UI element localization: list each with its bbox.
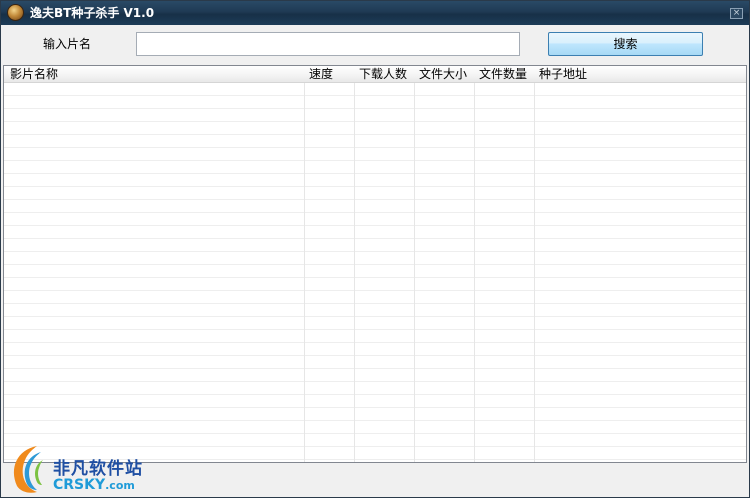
column-header-torrent-url[interactable]: 种子地址 (536, 66, 587, 82)
column-header-size[interactable]: 文件大小 (416, 66, 467, 82)
results-list[interactable]: 影片名称 速度 下载人数 文件大小 文件数量 种子地址 (3, 65, 747, 463)
movie-name-label: 输入片名 (43, 37, 92, 51)
title-bar[interactable]: 逸夫BT种子杀手 V1.0 × (1, 1, 749, 25)
column-header-file-count[interactable]: 文件数量 (476, 66, 527, 82)
list-header: 影片名称 速度 下载人数 文件大小 文件数量 种子地址 (4, 66, 746, 83)
column-divider (534, 83, 535, 462)
close-icon[interactable]: × (730, 8, 743, 19)
column-header-downloaders[interactable]: 下载人数 (356, 66, 407, 82)
crescent-logo-icon (13, 446, 43, 493)
watermark-site-name: 非凡软件站 (53, 459, 143, 479)
watermark: 非凡软件站 CRSKY.com (1, 438, 161, 497)
watermark-brand: CRSKY.com (53, 477, 135, 493)
column-divider (354, 83, 355, 462)
column-divider (414, 83, 415, 462)
column-header-speed[interactable]: 速度 (306, 66, 333, 82)
app-window: 逸夫BT种子杀手 V1.0 × 输入片名 搜索 影片名称 速度 下载人数 文件大… (0, 0, 750, 498)
list-rows (4, 83, 746, 462)
coin-icon (7, 4, 24, 21)
window-title: 逸夫BT种子杀手 V1.0 (30, 6, 155, 20)
column-divider (304, 83, 305, 462)
movie-name-input[interactable] (136, 32, 520, 56)
column-divider (474, 83, 475, 462)
search-button[interactable]: 搜索 (548, 32, 703, 56)
column-header-name[interactable]: 影片名称 (7, 66, 58, 82)
